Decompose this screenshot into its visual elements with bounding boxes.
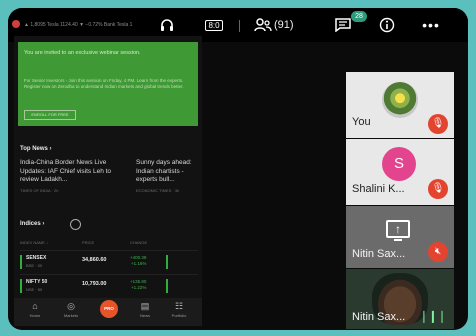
record-dot-icon bbox=[12, 20, 20, 28]
nav-markets[interactable]: ◎ Markets bbox=[56, 301, 86, 318]
col-header: PRICE bbox=[82, 240, 95, 245]
nav-home[interactable]: ⌂ Home bbox=[20, 301, 50, 318]
divider bbox=[239, 20, 240, 32]
chat-icon bbox=[335, 18, 351, 32]
participant-name: You bbox=[352, 116, 371, 128]
news-item-text: Sunny days ahead: Indian chartists - exp… bbox=[136, 159, 192, 183]
index-row[interactable]: NIFTY 50 NSE · 50 10,793.00 +135.80 +1.22… bbox=[20, 274, 198, 296]
shared-screen: You are invited to an exclusive webinar … bbox=[14, 36, 202, 326]
participant-tile-nitin-sharing[interactable]: ↑ Nitin Sax... 🔇︎ bbox=[346, 206, 454, 268]
index-sub: BSE · 30 bbox=[26, 263, 43, 268]
index-name: NIFTY 50 bbox=[26, 279, 48, 285]
speaking-indicator-icon: ❘❙❘ bbox=[418, 309, 447, 323]
index-name: SENSEX bbox=[26, 255, 47, 261]
nav-news[interactable]: ▤ News bbox=[130, 301, 160, 318]
info-icon[interactable] bbox=[376, 14, 398, 36]
top-news-heading[interactable]: Top News › bbox=[20, 146, 52, 152]
portfolio-icon: ☷ bbox=[174, 301, 184, 311]
markets-icon: ◎ bbox=[67, 301, 75, 311]
home-icon: ⌂ bbox=[32, 301, 38, 311]
col-header: INDEX NAME ↓ bbox=[20, 240, 49, 245]
avatar: S bbox=[382, 147, 416, 181]
news-source: TIMES OF INDIA · 2h bbox=[20, 188, 59, 193]
participant-tile-you[interactable]: You 🎙︎ bbox=[346, 72, 454, 138]
change-abs: +135.80 bbox=[130, 279, 147, 284]
trend-bar bbox=[20, 255, 22, 269]
col-header: CHANGE bbox=[130, 240, 148, 245]
participants-icon bbox=[254, 18, 272, 32]
trend-bar bbox=[20, 279, 22, 293]
camera-button[interactable]: 8:0 bbox=[202, 14, 226, 36]
participant-name: Nitin Sax... bbox=[352, 248, 406, 260]
index-value: 34,860.60 bbox=[82, 257, 107, 263]
mic-off-icon: 🎙︎ bbox=[428, 114, 448, 134]
index-row[interactable]: SENSEX BSE · 30 34,860.60 +400.39 +1.16% bbox=[20, 250, 198, 272]
change-pct: +1.22% bbox=[131, 285, 147, 290]
participant-name: Shalini K... bbox=[352, 183, 405, 195]
more-icon[interactable]: ••• bbox=[420, 14, 442, 36]
trend-bar bbox=[166, 279, 168, 293]
mic-off-icon: 🔇︎ bbox=[428, 242, 448, 262]
nav-label: Markets bbox=[63, 313, 79, 318]
news-item[interactable]: India-China Border News Live Updates: IA… bbox=[20, 159, 128, 185]
indices-heading[interactable]: Indices › bbox=[20, 221, 44, 227]
nav-pro[interactable]: PRO bbox=[100, 300, 118, 318]
change-pct: +1.16% bbox=[131, 261, 147, 266]
edit-icon[interactable] bbox=[70, 219, 81, 230]
banner-button[interactable]: ENROLL FOR FREE bbox=[24, 110, 76, 120]
participants-button[interactable]: (91) bbox=[254, 14, 314, 36]
indices-subheader: INDEX NAME ↓ PRICE CHANGE bbox=[20, 238, 196, 248]
index-value: 10,793.00 bbox=[82, 281, 107, 287]
nav-label: News bbox=[139, 313, 150, 318]
news-icon: ▤ bbox=[140, 301, 150, 311]
participant-name: Nitin Sax... bbox=[352, 311, 406, 323]
nav-portfolio[interactable]: ☷ Portfolio bbox=[164, 301, 194, 318]
camera-label: 8:0 bbox=[205, 19, 223, 31]
headphones-icon[interactable] bbox=[156, 14, 178, 36]
banner-title: You are invited to an exclusive webinar … bbox=[24, 50, 141, 56]
chat-unread-badge: 28 bbox=[351, 11, 367, 22]
trend-bar bbox=[166, 255, 168, 269]
change-abs: +400.39 bbox=[130, 255, 147, 260]
participants-count: (91) bbox=[274, 19, 294, 31]
screen-share-icon: ↑ bbox=[386, 220, 410, 241]
participant-tile-nitin-video[interactable]: Nitin Sax... ❘❙❘ bbox=[346, 269, 454, 329]
promo-banner: You are invited to an exclusive webinar … bbox=[18, 42, 198, 126]
index-sub: NSE · 50 bbox=[26, 287, 43, 292]
mic-off-icon: 🎙︎ bbox=[428, 179, 448, 199]
index-change: +400.39 +1.16% bbox=[130, 255, 146, 267]
nav-label: Home bbox=[29, 313, 41, 318]
app-bottom-nav: ⌂ Home ◎ Markets PRO ▤ News ☷ Portfolio bbox=[14, 298, 202, 326]
meeting-window: ▲ 1,8095 Tesla 1124.40 ▼ −0.72% Bank Tes… bbox=[8, 8, 468, 330]
avatar bbox=[382, 82, 418, 118]
nav-label: PRO bbox=[104, 306, 114, 311]
index-change: +135.80 +1.22% bbox=[130, 279, 146, 291]
banner-body: For Senior Investors - Join this session… bbox=[24, 78, 184, 89]
participant-tile-shalini[interactable]: S Shalini K... 🎙︎ bbox=[346, 139, 454, 205]
news-source: ECONOMIC TIMES · 3h bbox=[136, 188, 180, 193]
nav-label: Portfolio bbox=[171, 313, 187, 318]
news-item[interactable]: Sunny days ahead: Indian chartists - exp… bbox=[136, 159, 202, 185]
